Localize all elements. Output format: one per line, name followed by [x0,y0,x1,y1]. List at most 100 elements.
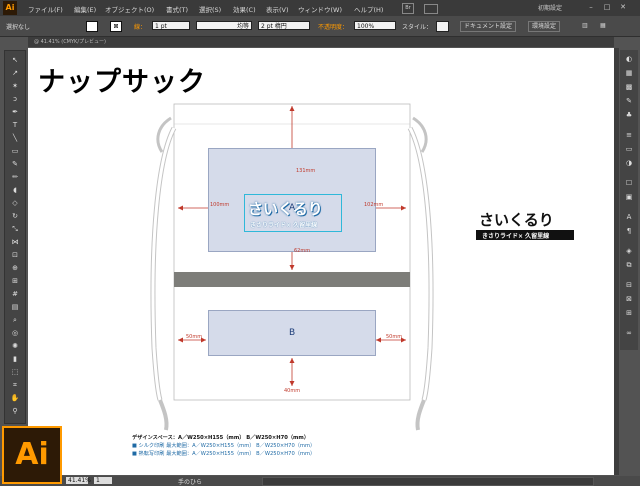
pathfinder-panel-icon[interactable]: ⊠ [623,294,635,304]
layers-panel-icon[interactable]: ◈ [623,246,635,256]
page-number-field[interactable]: 1 [94,477,112,484]
stroke-color-swatch[interactable]: ⊠ [110,21,122,32]
vertical-scrollbar[interactable] [614,48,619,475]
style-label: スタイル： [402,24,433,31]
print-area-b[interactable]: B [208,310,376,356]
transform-icon[interactable]: ▦ [600,21,610,30]
column-graph-tool-icon[interactable]: ▮ [8,354,22,364]
artboard-tool-icon[interactable]: ⬚ [8,367,22,377]
stroke-label[interactable]: 線： [134,22,146,31]
status-bar: 41.41% 1 手のひら [0,476,640,486]
links-panel-icon[interactable]: ∞ [623,328,635,338]
menu-select[interactable]: 選択(S) [199,4,221,14]
zoom-tool-icon[interactable]: ⚲ [8,406,22,416]
zoom-level-field[interactable]: 41.41% [66,477,91,484]
current-tool-label: 手のひら [178,479,203,486]
preferences-button[interactable]: 環境設定 [528,21,561,32]
eyedropper-tool-icon[interactable]: ⌕ [8,315,22,325]
swatches-panel-icon[interactable]: ▩ [623,82,635,92]
scale-tool-icon[interactable]: ⤡ [8,224,22,234]
close-icon[interactable]: ✕ [618,3,628,12]
brush-definition[interactable]: 2 pt 楕円 [258,21,310,30]
mesh-tool-icon[interactable]: # [8,289,22,299]
gradient-tool-icon[interactable]: ▤ [8,302,22,312]
artboards-panel-icon[interactable]: ⧉ [623,260,635,270]
opacity-label[interactable]: 不透明度： [318,22,348,31]
note-heat-transfer: ■ 熱転写印刷 最大範囲：A／W250×H155（mm） B／W250×H70（… [132,451,316,457]
artboard-canvas[interactable]: ナップサック A B さいくるり きさりライド× 久留里線 さいくるり きさりラ… [28,48,614,475]
selection-tool-icon[interactable]: ↖ [8,55,22,65]
transparency-panel-icon[interactable]: ◑ [623,158,635,168]
rectangle-tool-icon[interactable]: ▭ [8,146,22,156]
stroke-panel-icon[interactable]: ≡ [623,130,635,140]
blob-brush-tool-icon[interactable]: ◖ [8,185,22,195]
paintbrush-tool-icon[interactable]: ✎ [8,159,22,169]
graphic-style-swatch[interactable] [436,21,449,32]
menu-window[interactable]: ウィンドウ(W) [298,4,342,14]
pen-tool-icon[interactable]: ✒ [8,107,22,117]
menu-help[interactable]: ヘルプ(H) [354,4,383,14]
fill-color-swatch[interactable] [86,21,98,32]
illustrator-logo: Ai [3,1,17,15]
character-panel-icon[interactable]: A [623,212,635,222]
horizontal-scrollbar[interactable] [262,477,594,486]
maximize-icon[interactable]: □ [602,3,612,12]
symbol-sprayer-tool-icon[interactable]: ✺ [8,341,22,351]
dimension-left-b: 50mm [186,334,203,340]
minimize-icon[interactable]: – [586,3,596,12]
stroke-weight-field[interactable]: 1 pt [152,21,190,30]
line-tool-icon[interactable]: ╲ [8,133,22,143]
transform-panel-icon[interactable]: ⊞ [623,308,635,318]
width-tool-icon[interactable]: ⋈ [8,237,22,247]
bridge-icon[interactable]: Br [402,3,414,14]
document-setup-button[interactable]: ドキュメント設定 [460,21,517,32]
lasso-tool-icon[interactable]: ↄ [8,94,22,104]
logo-artwork-main-text: さいくるり [479,211,554,229]
logo-sub-text: きさりライド× 久留里線 [250,222,318,229]
shape-builder-tool-icon[interactable]: ⊕ [8,263,22,273]
magic-wand-tool-icon[interactable]: ✶ [8,81,22,91]
type-tool-icon[interactable]: T [8,120,22,130]
opacity-field[interactable]: 100% [354,21,396,30]
align-panel-icon[interactable]: ⊟ [623,280,635,290]
perspective-grid-tool-icon[interactable]: ⊞ [8,276,22,286]
color-guide-icon[interactable]: ▦ [623,68,635,78]
blend-tool-icon[interactable]: ◎ [8,328,22,338]
knapsack-illustration [150,103,434,431]
appearance-panel-icon[interactable]: ☐ [623,178,635,188]
hand-tool-icon[interactable]: ✋ [8,393,22,403]
logo-artwork[interactable]: さいくるり きさりライド× 久留里線 [476,206,574,246]
menu-effect[interactable]: 効果(C) [233,4,256,14]
menu-object[interactable]: オブジェクト(O) [105,4,154,14]
graphic-styles-panel-icon[interactable]: ▣ [623,192,635,202]
dimension-right-b: 50mm [386,334,403,340]
workspace-switcher[interactable]: 初期設定 [538,3,562,12]
menu-view[interactable]: 表示(V) [266,4,289,14]
pencil-tool-icon[interactable]: ✏ [8,172,22,182]
logo-artwork-sub-text: きさりライド× 久留里線 [482,233,550,240]
gradient-panel-icon[interactable]: ▭ [623,144,635,154]
color-panel-icon[interactable]: ◐ [623,54,635,64]
dimension-below-a: 62mm [294,248,311,254]
eraser-tool-icon[interactable]: ◇ [8,198,22,208]
menu-edit[interactable]: 編集(E) [74,4,96,14]
variable-width-profile[interactable]: 均等 [196,21,252,30]
tools-panel: ↖ ↗ ✶ ↄ ✒ T ╲ ▭ ✎ ✏ ◖ ◇ ↻ ⤡ ⋈ ⊡ ⊕ ⊞ # ▤ … [4,50,26,424]
paragraph-panel-icon[interactable]: ¶ [623,226,635,236]
direct-selection-tool-icon[interactable]: ↗ [8,68,22,78]
dimension-bottom: 40mm [284,388,301,394]
print-area-b-label: B [289,328,296,338]
dimension-right-a: 102mm [364,202,384,208]
brushes-panel-icon[interactable]: ✎ [623,96,635,106]
slice-tool-icon[interactable]: ⌗ [8,380,22,390]
align-icon[interactable]: ▥ [582,21,592,30]
menu-type[interactable]: 書式(T) [166,4,188,14]
symbols-panel-icon[interactable]: ♣ [623,110,635,120]
rotate-tool-icon[interactable]: ↻ [8,211,22,221]
arrange-documents-icon[interactable] [424,4,438,14]
selected-logo[interactable]: さいくるり きさりライド× 久留里線 [244,194,342,232]
document-tab[interactable]: @ 41.41% (CMYK/プレビュー) [28,37,614,47]
free-transform-tool-icon[interactable]: ⊡ [8,250,22,260]
menu-file[interactable]: ファイル(F) [28,4,63,14]
logo-main-text: さいくるり [248,200,323,218]
